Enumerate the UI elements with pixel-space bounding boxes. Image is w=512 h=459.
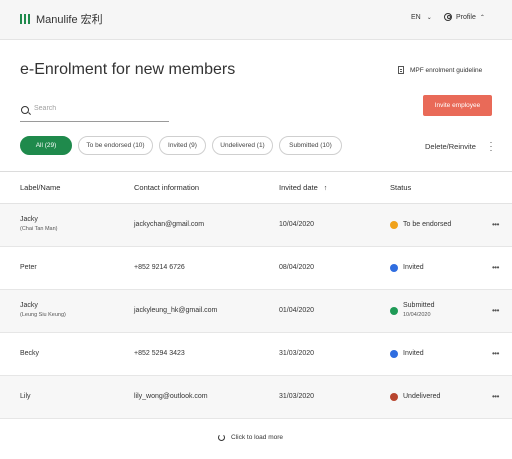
invite-employee-button[interactable]: Invite employee bbox=[423, 95, 492, 116]
table-row[interactable]: Lily lily_wong@outlook.com 31/03/2020 Un… bbox=[0, 376, 512, 419]
invited-date: 31/03/2020 bbox=[279, 350, 315, 357]
status-cell: Submitted 10/04/2020 bbox=[403, 302, 435, 318]
table-row[interactable]: Jacky (Leung Siu Keung) jackyleung_hk@gm… bbox=[0, 290, 512, 333]
row-more-icon[interactable]: ••• bbox=[492, 349, 499, 358]
invited-date: 08/04/2020 bbox=[279, 264, 315, 271]
refresh-icon bbox=[218, 434, 225, 441]
profile-label: Profile bbox=[456, 13, 476, 21]
table-row[interactable]: Jacky (Chai Tan Man) jackychan@gmail.com… bbox=[0, 204, 512, 247]
invited-date: 10/04/2020 bbox=[279, 221, 315, 228]
language-selector[interactable]: EN ⌄ bbox=[411, 14, 432, 21]
profile-menu[interactable]: Profile ⌃ bbox=[444, 13, 485, 21]
user-icon bbox=[444, 13, 452, 21]
status-dot-icon bbox=[390, 221, 398, 229]
chevron-up-icon: ⌃ bbox=[479, 14, 485, 21]
row-more-icon[interactable]: ••• bbox=[492, 392, 499, 401]
column-header-contact: Contact information bbox=[134, 183, 200, 192]
status-label: Undelivered bbox=[403, 393, 441, 400]
status-dot-icon bbox=[390, 264, 398, 272]
status-label: Submitted bbox=[403, 302, 435, 309]
filter-all[interactable]: All (29) bbox=[20, 136, 72, 155]
top-bar: Manulife 宏利 EN ⌄ Profile ⌃ bbox=[0, 0, 512, 40]
status-dot-icon bbox=[390, 393, 398, 401]
invited-date: 01/04/2020 bbox=[279, 307, 315, 314]
guideline-label: MPF enrolment guideline bbox=[410, 66, 483, 74]
document-icon bbox=[398, 66, 404, 74]
table-row[interactable]: Becky +852 5294 3423 31/03/2020 Invited … bbox=[0, 333, 512, 376]
row-more-icon[interactable]: ••• bbox=[492, 263, 499, 272]
row-more-icon[interactable]: ••• bbox=[492, 220, 499, 229]
contact-info: +852 9214 6726 bbox=[134, 264, 185, 271]
status-label: Invited bbox=[403, 350, 424, 357]
contact-info: jackychan@gmail.com bbox=[134, 221, 205, 228]
member-name: Jacky bbox=[20, 216, 38, 223]
status-label: Invited bbox=[403, 264, 424, 271]
page-title: e-Enrolment for new members bbox=[20, 61, 236, 78]
column-header-status: Status bbox=[390, 183, 412, 192]
members-table: Label/Name Contact information Invited d… bbox=[0, 171, 512, 419]
column-header-name: Label/Name bbox=[20, 183, 61, 192]
load-more-label: Click to load more bbox=[231, 434, 284, 441]
member-subname: (Leung Siu Keung) bbox=[20, 312, 66, 318]
member-name: Jacky bbox=[20, 302, 38, 309]
status-dot-icon bbox=[390, 350, 398, 358]
table-header: Label/Name Contact information Invited d… bbox=[0, 171, 512, 204]
chevron-down-icon: ⌄ bbox=[426, 15, 432, 21]
manulife-logo[interactable]: Manulife 宏利 bbox=[20, 12, 103, 26]
logo-mark-icon bbox=[20, 14, 30, 24]
member-subname: (Chai Tan Man) bbox=[20, 226, 58, 232]
language-label: EN bbox=[411, 14, 421, 21]
search-box bbox=[20, 104, 169, 122]
more-options-icon[interactable]: · · · bbox=[489, 138, 493, 155]
delete-reinvite-button[interactable]: Delete/Reinvite bbox=[425, 142, 476, 151]
invited-date-label: Invited date bbox=[279, 183, 318, 192]
load-more-button[interactable]: Click to load more bbox=[218, 434, 283, 441]
member-name: Lily bbox=[20, 393, 31, 400]
brand-name: Manulife 宏利 bbox=[36, 14, 103, 26]
invited-date: 31/03/2020 bbox=[279, 393, 315, 400]
contact-info: jackyleung_hk@gmail.com bbox=[134, 307, 218, 314]
filter-invited[interactable]: Invited (9) bbox=[159, 136, 206, 155]
sort-arrow-icon[interactable]: ↑ bbox=[324, 185, 328, 192]
filter-submitted[interactable]: Submitted (10) bbox=[279, 136, 342, 155]
status-dot-icon bbox=[390, 307, 398, 315]
row-more-icon[interactable]: ••• bbox=[492, 306, 499, 315]
status-filter-bar: All (29) To be endorsed (10) Invited (9)… bbox=[20, 136, 348, 155]
status-date: 10/04/2020 bbox=[403, 312, 431, 318]
status-label: To be endorsed bbox=[403, 221, 452, 228]
member-name: Peter bbox=[20, 264, 37, 271]
member-name-cell: Jacky (Chai Tan Man) bbox=[20, 216, 58, 232]
contact-info: +852 5294 3423 bbox=[134, 350, 185, 357]
member-name: Becky bbox=[20, 350, 40, 357]
column-header-invited-date[interactable]: Invited date ↑ bbox=[279, 183, 327, 192]
contact-info: lily_wong@outlook.com bbox=[134, 393, 208, 400]
guideline-link[interactable]: MPF enrolment guideline bbox=[398, 66, 482, 74]
search-icon bbox=[21, 106, 29, 114]
table-row[interactable]: Peter +852 9214 6726 08/04/2020 Invited … bbox=[0, 247, 512, 290]
member-name-cell: Jacky (Leung Siu Keung) bbox=[20, 302, 66, 318]
filter-to-be-endorsed[interactable]: To be endorsed (10) bbox=[78, 136, 153, 155]
search-input[interactable] bbox=[34, 105, 164, 112]
filter-undelivered[interactable]: Undelivered (1) bbox=[212, 136, 273, 155]
